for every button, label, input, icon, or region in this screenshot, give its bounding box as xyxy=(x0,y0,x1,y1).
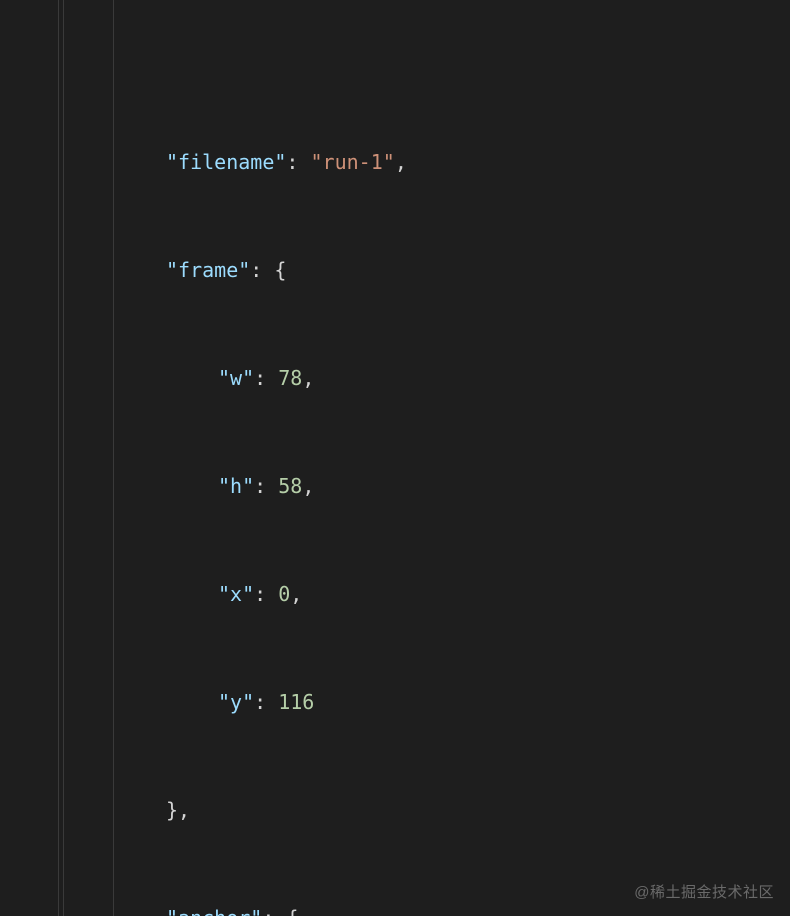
code-content: "filename": "run-1", "frame": { "w": 78,… xyxy=(0,0,790,916)
code-line: "y": 116 xyxy=(0,684,790,720)
code-line: "h": 58, xyxy=(0,468,790,504)
code-editor[interactable]: "filename": "run-1", "frame": { "w": 78,… xyxy=(0,0,790,916)
code-line: "anchor": { xyxy=(0,900,790,916)
code-line: "x": 0, xyxy=(0,576,790,612)
code-line: }, xyxy=(0,792,790,828)
code-line: "frame": { xyxy=(0,252,790,288)
json-key: "anchor" xyxy=(166,906,262,916)
json-key: "filename" xyxy=(166,150,286,174)
json-key: "frame" xyxy=(166,258,250,282)
code-line: "w": 78, xyxy=(0,360,790,396)
json-string: "run-1" xyxy=(311,150,395,174)
code-line: "filename": "run-1", xyxy=(0,144,790,180)
